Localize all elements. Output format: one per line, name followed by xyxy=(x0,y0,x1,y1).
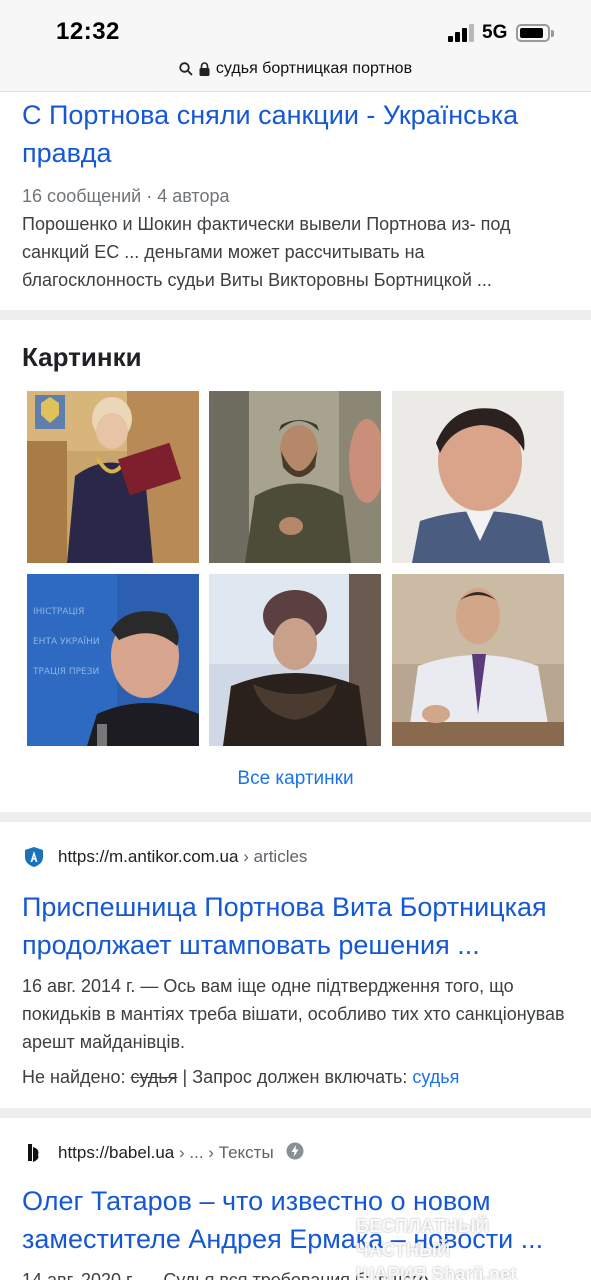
man-speaking-photo-icon: ІНІСТРАЦІЯ ЕНТА УКРАЇНИ ТРАЦІЯ ПРЕЗИ xyxy=(27,574,199,746)
missing-terms-label: Не найдено: xyxy=(22,1067,131,1087)
lock-icon xyxy=(199,62,210,76)
watermark-line: ШАРИЯ Sharij.net xyxy=(356,1264,517,1280)
missing-terms: Не найдено: судья | Запрос должен включа… xyxy=(22,1067,459,1088)
result-meta: 16 сообщений · 4 автора xyxy=(22,186,230,206)
result-snippet: 16 авг. 2014 г. — Ось вам іще одне підтв… xyxy=(22,976,565,1052)
all-images-link[interactable]: Все картинки xyxy=(0,768,591,790)
svg-text:ЕНТА УКРАЇНИ: ЕНТА УКРАЇНИ xyxy=(33,636,100,647)
search-result: С Портнова сняли санкции - Українська пр… xyxy=(0,92,591,312)
missing-term: судья xyxy=(130,1067,178,1087)
watermark: БЕСПЛАТНЫЙ ЧАСТНЫЙ ШАРИЯ Sharij.net xyxy=(356,1214,582,1280)
status-bar: 12:32 5G xyxy=(0,0,591,58)
svg-text:ТРАЦІЯ ПРЕЗИ: ТРАЦІЯ ПРЕЗИ xyxy=(32,667,99,677)
result-site: https://m.antikor.com.ua xyxy=(58,847,239,866)
images-section-title: Картинки xyxy=(22,342,142,372)
results-page[interactable]: С Портнова сняли санкции - Українська пр… xyxy=(0,92,591,1280)
result-snippet: Порошенко и Шокин фактически вывели Порт… xyxy=(22,214,511,290)
battery-tip xyxy=(551,30,554,37)
search-icon xyxy=(179,62,193,76)
antikor-favicon-icon xyxy=(22,845,46,869)
result-path: › ... › Тексты xyxy=(174,1143,274,1162)
result-site: https://babel.ua xyxy=(58,1143,175,1162)
image-thumbnail[interactable]: ІНІСТРАЦІЯ ЕНТА УКРАЇНИ ТРАЦІЯ ПРЕЗИ xyxy=(27,574,199,746)
battery-icon xyxy=(516,24,550,42)
judge-photo-icon xyxy=(27,391,199,563)
section-divider xyxy=(0,1108,591,1118)
image-thumbnail[interactable] xyxy=(27,391,199,563)
amp-lightning-icon xyxy=(286,1142,304,1165)
bearded-man-photo-icon xyxy=(209,391,381,563)
image-thumbnail[interactable] xyxy=(209,391,381,563)
man-in-suit-photo-icon xyxy=(392,391,564,563)
result-title-link[interactable]: С Портнова сняли санкции - Українська пр… xyxy=(22,96,571,172)
section-divider xyxy=(0,310,591,320)
signal-icon xyxy=(448,24,476,42)
address-bar[interactable]: судья бортницкая портнов xyxy=(0,58,591,92)
image-thumbnail[interactable] xyxy=(392,391,564,563)
result-source[interactable]: https://m.antikor.com.ua › articles xyxy=(22,845,307,869)
watermark-line: БЕСПЛАТНЫЙ ЧАСТНЫЙ xyxy=(356,1216,490,1260)
status-time: 12:32 xyxy=(56,18,120,45)
section-divider xyxy=(0,812,591,822)
network-type: 5G xyxy=(482,22,508,43)
result-title-link[interactable]: Приспешница Портнова Вита Бортницкая про… xyxy=(22,888,571,964)
image-thumbnail[interactable] xyxy=(392,574,564,746)
man-at-table-photo-icon xyxy=(392,574,564,746)
svg-text:ІНІСТРАЦІЯ: ІНІСТРАЦІЯ xyxy=(33,607,84,617)
woman-in-fur-photo-icon xyxy=(209,574,381,746)
result-source[interactable]: https://babel.ua › ... › Тексты xyxy=(22,1141,304,1165)
must-include-link[interactable]: судья xyxy=(412,1067,459,1087)
address-query: судья бортницкая портнов xyxy=(215,60,413,77)
image-thumbnail[interactable] xyxy=(209,574,381,746)
babel-favicon-icon xyxy=(22,1141,46,1165)
result-path: › articles xyxy=(238,847,308,866)
must-include-label: | Запрос должен включать: xyxy=(177,1067,413,1087)
